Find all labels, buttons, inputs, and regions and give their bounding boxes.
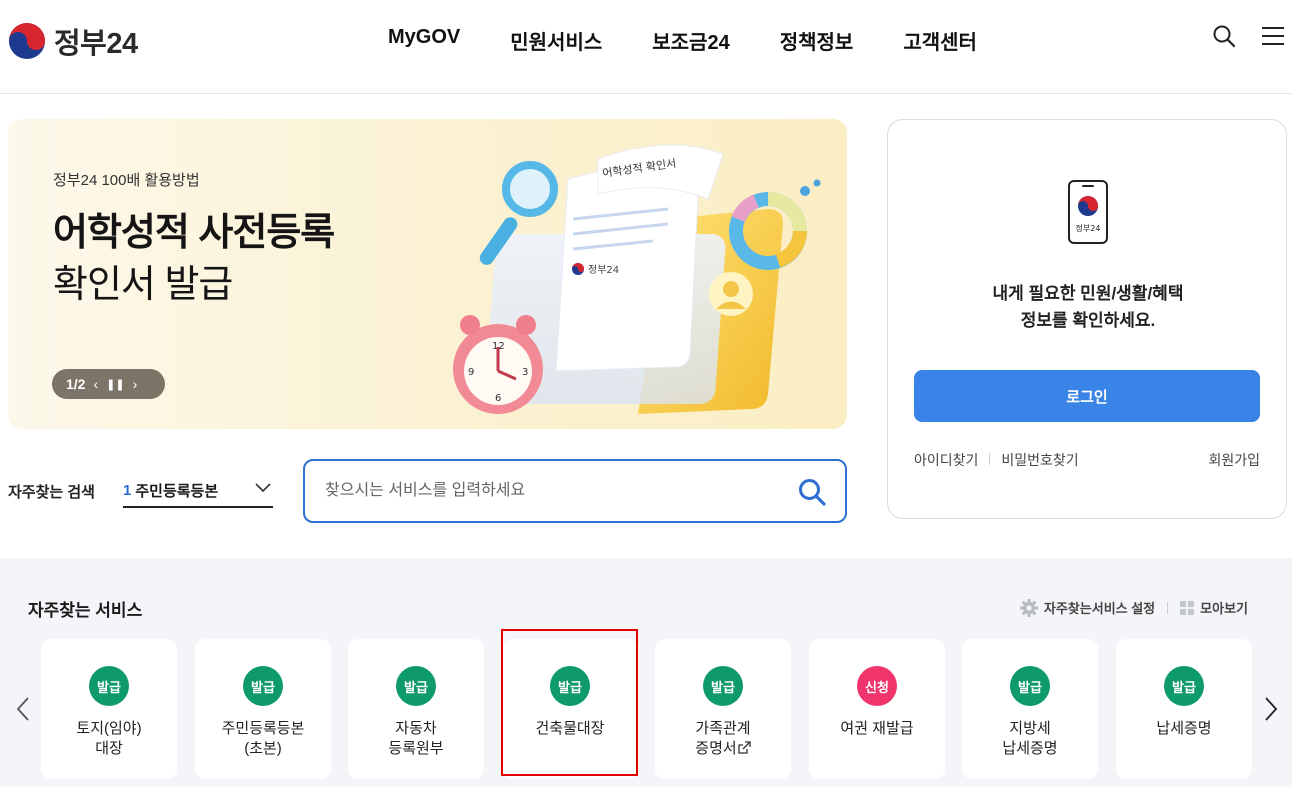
service-label-line1: 토지(임야) (76, 720, 142, 737)
service-label: 토지(임야) 대장 (45, 719, 173, 759)
view-all-label: 모아보기 (1200, 601, 1248, 616)
svg-text:9: 9 (468, 367, 474, 378)
services-tools: 자주찾는서비스 설정 모아보기 (1019, 598, 1248, 617)
service-label-line2: 증명서 (659, 739, 787, 759)
service-label-line1: 건축물대장 (535, 720, 605, 737)
doc-logo: 정부24 (588, 264, 619, 276)
service-label-line1: 자동차 (395, 720, 437, 737)
service-label-line1: 여권 재발급 (840, 720, 914, 737)
find-id-link[interactable]: 아이디찾기 (914, 450, 978, 470)
menu-icon[interactable] (1262, 26, 1284, 46)
service-card-local-tax[interactable]: 발급 지방세 납세증명 (962, 639, 1098, 779)
search-submit-icon[interactable] (797, 477, 827, 507)
banner-subtitle: 정부24 100배 활용방법 (53, 172, 200, 189)
service-label-line1: 지방세 (1009, 720, 1051, 737)
service-card-passport-reissue[interactable]: 신청 여권 재발급 (809, 639, 945, 779)
service-card-land-register[interactable]: 발급 토지(임야) 대장 (41, 639, 177, 779)
find-password-link[interactable]: 비밀번호찾기 (1001, 450, 1078, 470)
issue-badge: 발급 (89, 666, 129, 706)
services-title: 자주찾는 서비스 (28, 601, 143, 620)
service-label: 주민등록등본 (초본) (199, 719, 327, 759)
service-label-line2: 대장 (95, 740, 123, 757)
view-all-button[interactable]: 모아보기 (1180, 598, 1248, 617)
logo[interactable]: 정부24 (8, 20, 138, 62)
service-label: 자동차 등록원부 (352, 719, 480, 759)
grid-icon (1180, 600, 1195, 615)
issue-badge: 발급 (1010, 666, 1050, 706)
service-search-box (303, 459, 847, 523)
login-message-line1: 내게 필요한 민원/생활/혜택 (992, 284, 1184, 303)
service-label-line2-text: 증명서 (695, 740, 737, 757)
signup-link[interactable]: 회원가입 (1208, 450, 1260, 470)
service-label-line2: 등록원부 (388, 740, 444, 757)
logo-text: 정부24 (54, 28, 138, 60)
login-message-line2: 정보를 확인하세요. (1020, 311, 1156, 330)
gear-icon (1019, 598, 1038, 617)
external-link-icon (738, 741, 751, 754)
service-label-line1: 주민등록등본 (221, 720, 305, 737)
svg-text:12: 12 (492, 341, 505, 352)
service-card-building-register[interactable]: 발급 건축물대장 (502, 639, 638, 779)
issue-badge: 발급 (703, 666, 743, 706)
issue-badge: 발급 (243, 666, 283, 706)
banner-title-line2: 확인서 발급 (53, 264, 233, 306)
nav-policy[interactable]: 정책정보 (780, 26, 854, 55)
nav-customer-center[interactable]: 고객센터 (903, 26, 977, 55)
frequent-search-value: 주민등록등본 (135, 482, 219, 500)
banner-pager: 1/2 ‹ ❚❚ › (52, 369, 165, 399)
service-card-vehicle-register[interactable]: 발급 자동차 등록원부 (348, 639, 484, 779)
nav-subsidy[interactable]: 보조금24 (652, 26, 729, 55)
frequent-search-label: 자주찾는 검색 (8, 484, 95, 501)
login-button[interactable]: 로그인 (914, 370, 1260, 422)
certificate-illustration: 어학성적 확인서 정부24 12 3 6 9 (453, 144, 821, 414)
service-label-line2: (초본) (244, 740, 282, 757)
apply-badge: 신청 (857, 666, 897, 706)
frequent-search-dropdown[interactable]: 1 주민등록등본 (123, 474, 273, 508)
promo-banner[interactable]: 정부24 100배 활용방법 어학성적 사전등록 확인서 발급 1/2 ‹ ❚❚… (8, 119, 847, 429)
services-settings-button[interactable]: 자주찾는서비스 설정 (1019, 598, 1156, 617)
issue-badge: 발급 (1164, 666, 1204, 706)
pager-count: 1/2 (66, 376, 86, 392)
nav-civil-service[interactable]: 민원서비스 (510, 26, 602, 55)
mobile-app-icon: 정부24 (1068, 180, 1108, 244)
service-label-line1: 가족관계 (695, 720, 751, 737)
banner-title-line1: 어학성적 사전등록 (53, 212, 335, 254)
service-label: 건축물대장 (506, 719, 634, 739)
issue-badge: 발급 (396, 666, 436, 706)
next-slide-icon[interactable]: › (133, 376, 138, 392)
site-header: 정부24 MyGOV 민원서비스 보조금24 정책정보 고객센터 (0, 0, 1292, 94)
issue-badge: 발급 (550, 666, 590, 706)
service-label: 가족관계 증명서 (659, 719, 787, 759)
account-links: 아이디찾기 비밀번호찾기 회원가입 (914, 450, 1260, 470)
service-label: 납세증명 (1120, 719, 1248, 739)
banner-title: 어학성적 사전등록 확인서 발급 (53, 207, 335, 311)
frequent-services-section: 자주찾는 서비스 자주찾는서비스 설정 모아보기 발급 토지(임야) 대장 발급… (0, 558, 1292, 787)
pause-icon[interactable]: ❚❚ (106, 378, 124, 391)
phone-label: 정부24 (1076, 223, 1101, 233)
service-search-input[interactable] (325, 477, 775, 505)
svg-text:3: 3 (522, 367, 528, 378)
chevron-right-icon[interactable] (1263, 696, 1279, 722)
nav-mygov[interactable]: MyGOV (388, 26, 460, 55)
service-label: 여권 재발급 (813, 719, 941, 739)
prev-slide-icon[interactable]: ‹ (93, 376, 98, 392)
taegeuk-logo-icon (8, 22, 46, 60)
service-label-line1: 납세증명 (1156, 720, 1212, 737)
frequent-search-rank: 1 (123, 481, 132, 499)
service-card-family-certificate[interactable]: 발급 가족관계 증명서 (655, 639, 791, 779)
chevron-down-icon (255, 483, 271, 493)
svg-text:6: 6 (495, 393, 501, 404)
service-label: 지방세 납세증명 (966, 719, 1094, 759)
login-card: 정부24 내게 필요한 민원/생활/혜택 정보를 확인하세요. 로그인 아이디찾… (887, 119, 1287, 519)
main-nav: MyGOV 민원서비스 보조금24 정책정보 고객센터 (388, 26, 977, 55)
services-settings-label: 자주찾는서비스 설정 (1043, 601, 1156, 616)
service-label-line2: 납세증명 (1002, 740, 1058, 757)
chevron-left-icon[interactable] (15, 696, 31, 722)
search-icon[interactable] (1212, 24, 1236, 48)
service-card-resident-registration[interactable]: 발급 주민등록등본 (초본) (195, 639, 331, 779)
link-divider (989, 453, 991, 465)
tools-divider (1167, 601, 1169, 614)
login-message: 내게 필요한 민원/생활/혜택 정보를 확인하세요. (888, 280, 1288, 334)
service-card-tax-certificate[interactable]: 발급 납세증명 (1116, 639, 1252, 779)
